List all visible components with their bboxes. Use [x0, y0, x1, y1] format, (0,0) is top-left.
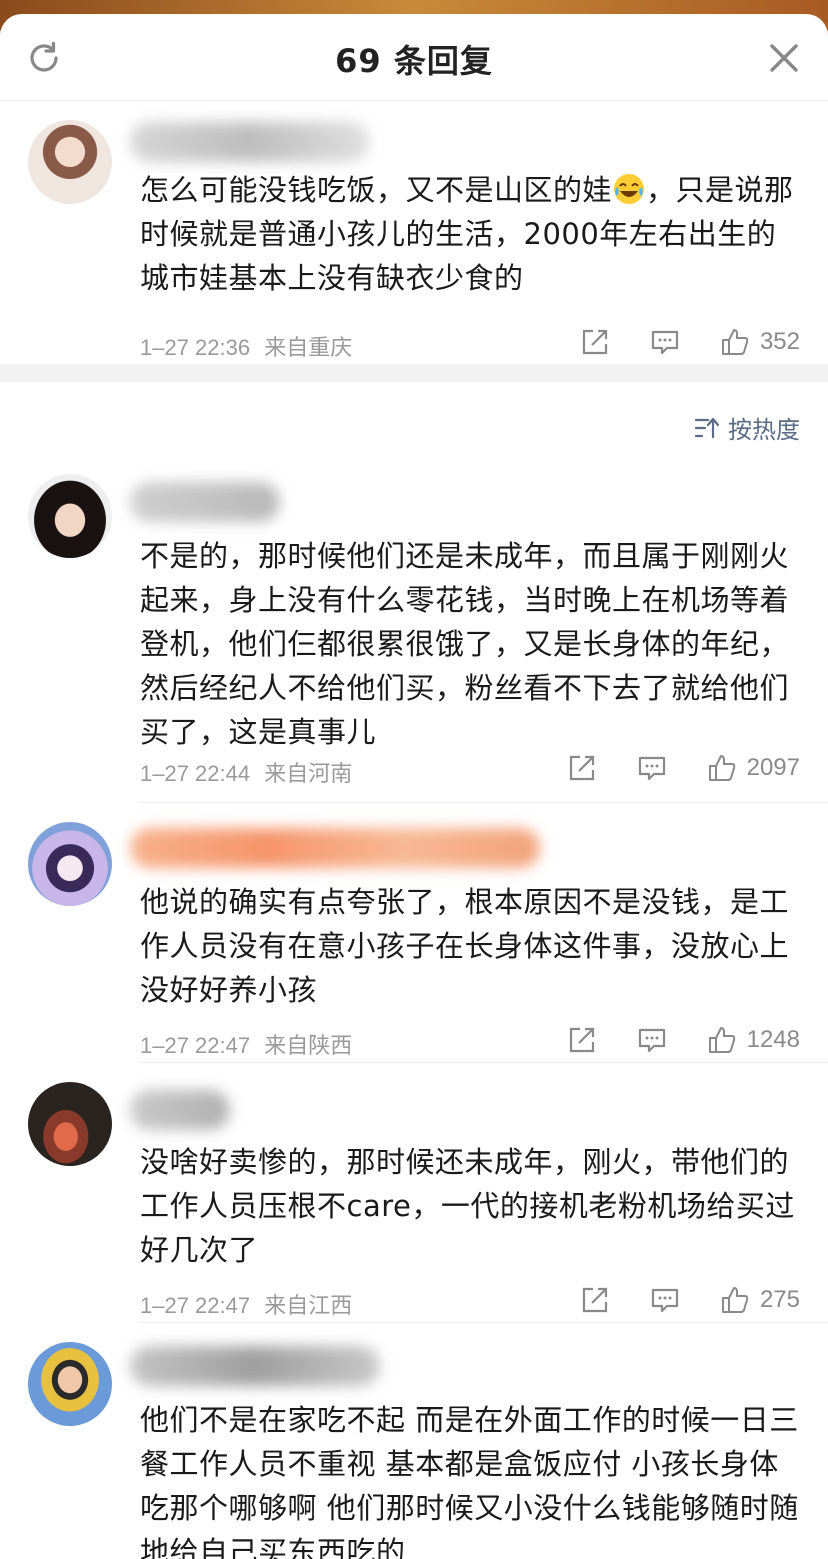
laughing-crying-emoji-icon [614, 174, 645, 204]
sort-button[interactable]: 按热度 [694, 410, 800, 445]
username-redacted[interactable] [130, 828, 540, 868]
sheet-header: 69 条回复 [0, 14, 828, 101]
comment-text[interactable]: 他们不是在家吃不起 而是在外面工作的时候一日三餐工作人员不重视 基本都是盒饭应付… [140, 1398, 800, 1559]
like-count: 352 [759, 328, 800, 355]
divider [140, 1062, 828, 1063]
comment-location: 来自重庆 [264, 335, 353, 360]
like-icon[interactable] [707, 753, 737, 783]
comment-icon[interactable] [650, 327, 680, 357]
avatar[interactable] [28, 120, 112, 204]
like-count: 2097 [746, 754, 800, 781]
comment-text[interactable]: 怎么可能没钱吃饭，又不是山区的娃 ，只是说那时候就是普通小孩儿的生活，2000年左… [140, 168, 800, 300]
page-title: 69 条回复 [335, 42, 493, 80]
reply-comment: 他们不是在家吃不起 而是在外面工作的时候一日三餐工作人员不重视 基本都是盒饭应付… [0, 1326, 828, 1559]
comment-actions: 352 [580, 324, 800, 360]
comment-text[interactable]: 不是的，那时候他们还是未成年，而且属于刚刚火起来，身上没有什么零花钱，当时晚上在… [140, 534, 800, 754]
share-icon[interactable] [567, 1025, 597, 1055]
avatar[interactable] [28, 1082, 112, 1166]
section-divider [0, 364, 828, 382]
like-count: 1248 [746, 1026, 800, 1053]
comment-icon[interactable] [637, 753, 667, 783]
sort-label: 按热度 [728, 416, 800, 444]
comment-meta: 1–27 22:36 来自重庆 [140, 330, 352, 362]
comment-actions: 275 [580, 1282, 800, 1318]
comment-time: 1–27 22:47 [140, 1033, 251, 1058]
comment-actions: 2097 [567, 750, 800, 786]
comment-icon[interactable] [650, 1285, 680, 1315]
comment-location: 来自河南 [264, 761, 353, 786]
reply-comment: 他说的确实有点夸张了，根本原因不是没钱，是工作人员没有在意小孩子在长身体这件事，… [0, 806, 828, 1066]
comment-location: 来自陕西 [264, 1033, 353, 1058]
reply-comment: 没啥好卖惨的，那时候还未成年，刚火，带他们的工作人员压根不care，一代的接机老… [0, 1066, 828, 1326]
divider [140, 802, 828, 803]
comment-time: 1–27 22:44 [140, 761, 251, 786]
avatar[interactable] [28, 1342, 112, 1426]
close-icon[interactable] [766, 40, 802, 76]
username-redacted[interactable] [130, 1346, 380, 1386]
comment-text[interactable]: 没啥好卖惨的，那时候还未成年，刚火，带他们的工作人员压根不care，一代的接机老… [140, 1140, 800, 1272]
share-icon[interactable] [580, 1285, 610, 1315]
comment-location: 来自江西 [264, 1293, 353, 1318]
reply-comment: 不是的，那时候他们还是未成年，而且属于刚刚火起来，身上没有什么零花钱，当时晚上在… [0, 464, 828, 804]
share-icon[interactable] [567, 753, 597, 783]
like-icon[interactable] [720, 1285, 750, 1315]
like-icon[interactable] [707, 1025, 737, 1055]
sort-icon [694, 417, 720, 438]
comment-time: 1–27 22:47 [140, 1293, 251, 1318]
comment-text-part: 怎么可能没钱吃饭，又不是山区的娃 [140, 173, 613, 207]
username-redacted[interactable] [130, 122, 370, 162]
comment-text[interactable]: 他说的确实有点夸张了，根本原因不是没钱，是工作人员没有在意小孩子在长身体这件事，… [140, 880, 800, 1012]
root-comment: 怎么可能没钱吃饭，又不是山区的娃 ，只是说那时候就是普通小孩儿的生活，2000年左… [0, 114, 828, 364]
avatar[interactable] [28, 474, 112, 558]
avatar[interactable] [28, 822, 112, 906]
comment-meta: 1–27 22:47 来自江西 [140, 1288, 352, 1320]
comment-meta: 1–27 22:47 来自陕西 [140, 1028, 352, 1060]
share-icon[interactable] [580, 327, 610, 357]
divider [140, 1322, 828, 1323]
comment-meta: 1–27 22:44 来自河南 [140, 756, 352, 788]
replies-sheet: 69 条回复 怎么可能没钱吃饭，又不是山区的娃 ，只是说那时候就是普通小孩儿的生活… [0, 14, 828, 1559]
comment-icon[interactable] [637, 1025, 667, 1055]
username-redacted[interactable] [130, 482, 280, 522]
like-icon[interactable] [720, 327, 750, 357]
username-redacted[interactable] [130, 1090, 230, 1130]
comment-actions: 1248 [567, 1022, 800, 1058]
like-count: 275 [759, 1286, 800, 1313]
comment-time: 1–27 22:36 [140, 335, 251, 360]
